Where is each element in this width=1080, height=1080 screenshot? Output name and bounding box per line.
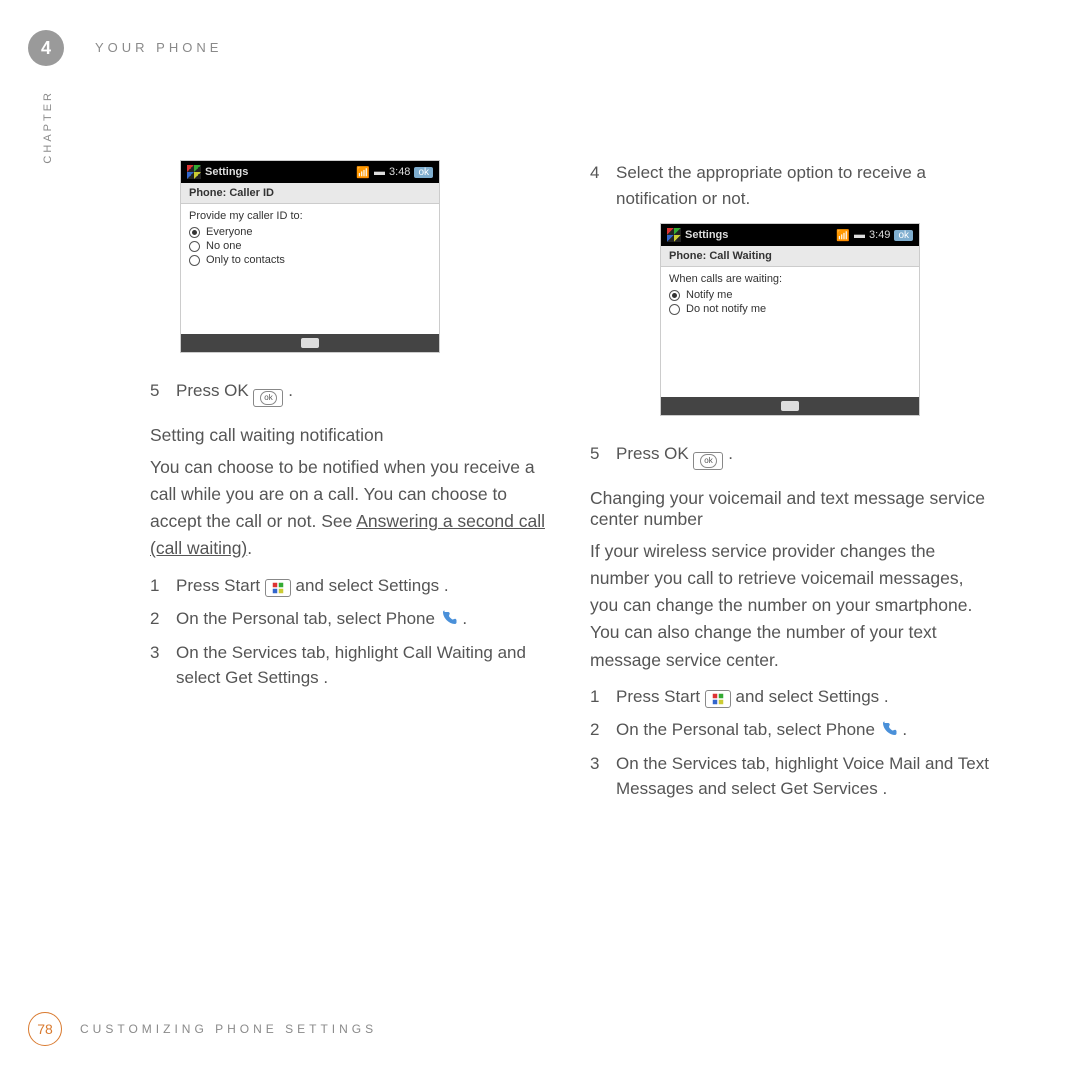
subheading: Setting call waiting notification	[150, 425, 550, 446]
step-text: .	[898, 720, 907, 739]
subheading: Changing your voicemail and text message…	[590, 488, 990, 530]
radio-icon	[669, 304, 680, 315]
start-icon	[187, 165, 201, 179]
screenshot-time: 3:49	[869, 229, 890, 241]
running-head: YOUR PHONE	[95, 40, 222, 55]
step-number: 5	[590, 441, 616, 470]
radio-label: Everyone	[206, 226, 252, 238]
phone-icon	[880, 720, 898, 738]
screenshot-title: Settings	[685, 229, 728, 241]
right-column: 4 Select the appropriate option to recei…	[590, 160, 990, 810]
screenshot-prompt: Provide my caller ID to:	[189, 210, 431, 222]
step-text: .	[458, 609, 467, 628]
step-number: 3	[150, 640, 176, 691]
vertical-chapter-label: CHAPTER	[42, 90, 54, 164]
step-text: Press OK	[176, 381, 249, 400]
paragraph: If your wireless service provider change…	[590, 538, 990, 674]
step-text: .	[288, 381, 293, 400]
step-text: Press Start	[176, 576, 265, 595]
radio-label: Notify me	[686, 289, 732, 301]
battery-icon: ▬	[854, 229, 865, 241]
start-key-icon	[265, 579, 291, 597]
chapter-number-badge: 4	[28, 30, 64, 66]
screenshot-title: Settings	[205, 166, 248, 178]
screenshot-subtitle: Phone: Call Waiting	[661, 246, 919, 267]
step-number: 3	[590, 751, 616, 802]
step-text: Select the appropriate option to receive…	[616, 160, 990, 211]
page-footer: 78 CUSTOMIZING PHONE SETTINGS	[28, 1012, 377, 1046]
screenshot-time: 3:48	[389, 166, 410, 178]
step-text: Press OK	[616, 444, 689, 463]
signal-icon: 📶	[356, 166, 370, 179]
radio-icon	[189, 241, 200, 252]
keyboard-icon	[301, 338, 319, 348]
step-number: 1	[150, 573, 176, 599]
step-number: 4	[590, 160, 616, 211]
phone-icon	[440, 609, 458, 627]
step-text: .	[728, 444, 733, 463]
screenshot-subtitle: Phone: Caller ID	[181, 183, 439, 204]
ok-key-icon: ok	[253, 389, 283, 407]
step-text: Press Start	[616, 687, 705, 706]
keyboard-icon	[781, 401, 799, 411]
step-number: 2	[150, 606, 176, 632]
ok-button: ok	[894, 230, 913, 241]
step-text: On the Services tab, highlight Call Wait…	[176, 640, 550, 691]
step-number: 5	[150, 378, 176, 407]
step-text: and select Settings .	[291, 576, 449, 595]
step-number: 2	[590, 717, 616, 743]
radio-icon	[189, 227, 200, 238]
start-icon	[667, 228, 681, 242]
signal-icon: 📶	[836, 229, 850, 242]
paragraph: You can choose to be notified when you r…	[150, 454, 550, 563]
radio-label: No one	[206, 240, 241, 252]
screenshot-caller-id: Settings 📶 ▬ 3:48 ok Phone: Caller ID Pr…	[180, 160, 440, 353]
start-key-icon	[705, 690, 731, 708]
screenshot-prompt: When calls are waiting:	[669, 273, 911, 285]
step-text: On the Personal tab, select Phone	[176, 609, 440, 628]
ok-button: ok	[414, 167, 433, 178]
left-column: Settings 📶 ▬ 3:48 ok Phone: Caller ID Pr…	[150, 160, 550, 810]
ok-key-icon: ok	[693, 452, 723, 470]
footer-section-title: CUSTOMIZING PHONE SETTINGS	[80, 1022, 377, 1036]
page-number-badge: 78	[28, 1012, 62, 1046]
step-text: On the Services tab, highlight Voice Mai…	[616, 751, 990, 802]
radio-label: Only to contacts	[206, 254, 285, 266]
step-number: 1	[590, 684, 616, 710]
radio-label: Do not notify me	[686, 303, 766, 315]
battery-icon: ▬	[374, 166, 385, 178]
paragraph-text: .	[247, 538, 252, 558]
step-text: On the Personal tab, select Phone	[616, 720, 880, 739]
radio-icon	[189, 255, 200, 266]
step-text: and select Settings .	[731, 687, 889, 706]
radio-icon	[669, 290, 680, 301]
screenshot-call-waiting: Settings 📶 ▬ 3:49 ok Phone: Call Waiting…	[660, 223, 920, 416]
